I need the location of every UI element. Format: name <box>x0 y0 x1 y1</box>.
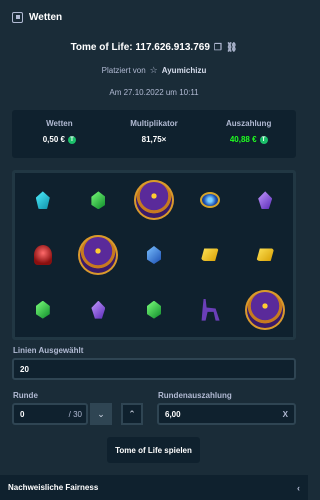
scarab-symbol-icon <box>199 192 220 209</box>
tome-symbol-icon <box>133 180 174 221</box>
gem-green-symbol-icon <box>146 300 161 319</box>
slot-cell <box>15 282 71 337</box>
slot-cell <box>237 228 293 283</box>
currency-coin-icon: T <box>259 135 268 144</box>
slot-cell <box>182 173 238 228</box>
tome-symbol-icon <box>245 289 286 330</box>
slot-cell <box>126 228 182 283</box>
star-icon: ☆ <box>149 65 158 75</box>
modal-header: Wetten <box>0 0 308 34</box>
gem-green-symbol-icon <box>91 191 106 210</box>
clear-icon[interactable]: X <box>283 410 288 419</box>
slot-cell <box>71 228 127 283</box>
bet-stats-panel: Wetten 0,50 € T Multiplikator 81,75× Aus… <box>12 110 296 158</box>
slot-cell <box>182 282 238 337</box>
slot-cell <box>71 173 127 228</box>
link-icon[interactable]: ⛓ <box>226 42 237 53</box>
round-input[interactable]: 0 / 30 <box>12 403 88 425</box>
copy-icon[interactable]: ❐ <box>214 42 222 53</box>
lines-input[interactable]: 20 <box>12 358 296 380</box>
lines-value: 20 <box>20 364 29 374</box>
round-value: 0 <box>20 409 25 419</box>
stat-multiplier-label: Multiplikator <box>130 119 178 128</box>
gem-green-symbol-icon <box>35 300 50 319</box>
gem-yellow-symbol-icon <box>200 248 219 262</box>
gem-teal-symbol-icon <box>35 191 50 210</box>
username-link[interactable]: Ayumichizu <box>162 66 207 75</box>
slot-cell <box>126 282 182 337</box>
helmet-symbol-icon <box>33 244 52 265</box>
play-button[interactable]: Tome of Life spielen <box>107 437 200 463</box>
slot-cell <box>182 228 238 283</box>
round-payout-label: Rundenauszahlung <box>158 391 232 400</box>
tome-symbol-icon <box>78 234 119 275</box>
gem-purple-symbol-icon <box>91 300 106 319</box>
bet-date: Am 27.10.2022 um 10:11 <box>109 88 199 97</box>
round-down-button[interactable]: ⌄ <box>90 403 112 425</box>
round-label: Runde <box>13 391 38 400</box>
stat-wager: Wetten 0,50 € T <box>12 110 107 158</box>
chevron-up-icon: ⌃ <box>128 408 136 419</box>
round-payout-value: 6,00 <box>165 409 181 419</box>
stat-wager-label: Wetten <box>46 119 73 128</box>
provably-fair-label: Nachweisliche Fairness <box>8 483 99 492</box>
gem-yellow-symbol-icon <box>256 248 275 262</box>
chevron-left-icon: ‹ <box>297 482 300 493</box>
modal-title: Wetten <box>29 11 63 23</box>
gem-purple-symbol-icon <box>258 191 273 210</box>
slot-cell <box>237 173 293 228</box>
stat-payout-label: Auszahlung <box>226 119 272 128</box>
bet-id-label: Tome of Life: 117.626.913.769 <box>70 42 210 53</box>
stat-payout: Auszahlung 40,88 € T <box>201 110 296 158</box>
round-payout-input[interactable]: 6,00 X <box>157 403 296 425</box>
lines-label: Linien Ausgewählt <box>13 346 84 355</box>
provably-fair-bar[interactable]: Nachweisliche Fairness ‹ <box>0 475 308 500</box>
currency-coin-icon: T <box>67 135 76 144</box>
bet-id-row: Tome of Life: 117.626.913.769 ❐ ⛓ <box>0 42 308 53</box>
round-up-button[interactable]: ⌃ <box>121 403 143 425</box>
placed-by-prefix: Platziert von <box>101 66 146 75</box>
bet-slip-icon <box>12 11 23 23</box>
round-total: / 30 <box>68 409 82 419</box>
slot-reels-grid <box>12 170 296 340</box>
slot-cell <box>15 228 71 283</box>
anubis-symbol-icon <box>201 298 220 321</box>
stat-payout-value: 40,88 € <box>229 135 257 144</box>
slot-cell <box>15 173 71 228</box>
placed-by: Platziert von ☆ Ayumichizu <box>0 65 308 76</box>
slot-cell <box>71 282 127 337</box>
chevron-down-icon: ⌄ <box>97 408 105 419</box>
slot-cell <box>126 173 182 228</box>
stat-multiplier-value: 81,75× <box>141 135 167 144</box>
stat-multiplier: Multiplikator 81,75× <box>107 110 202 158</box>
slot-cell <box>237 282 293 337</box>
stat-wager-value: 0,50 € <box>42 135 65 144</box>
gem-blue-symbol-icon <box>146 245 161 264</box>
